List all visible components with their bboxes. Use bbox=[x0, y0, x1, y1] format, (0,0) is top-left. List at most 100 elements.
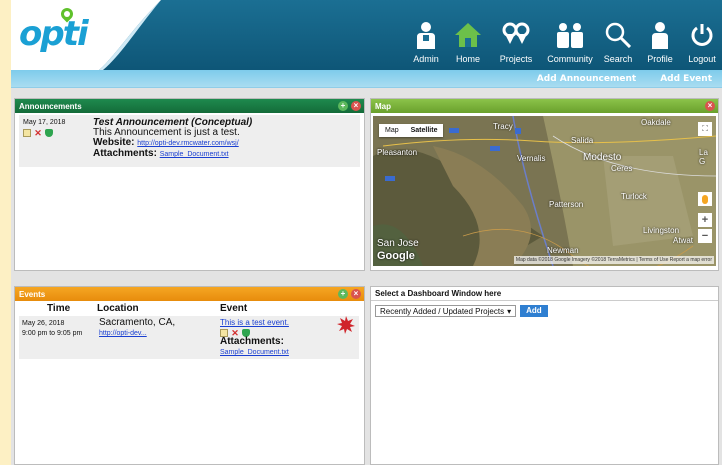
search-icon bbox=[603, 20, 633, 50]
nav-profile[interactable]: Profile bbox=[640, 0, 680, 70]
home-icon bbox=[453, 20, 483, 50]
chevron-down-icon: ▾ bbox=[507, 306, 512, 316]
map-place-patterson: Patterson bbox=[549, 200, 584, 209]
dashboard-selector-panel: Select a Dashboard Window here Recently … bbox=[370, 286, 719, 465]
announcements-panel: Announcements + × May 17, 2018 ✕ Test An… bbox=[14, 98, 365, 271]
announcement-content: Test Announcement (Conceptual) This Anno… bbox=[93, 118, 252, 160]
map-type-map[interactable]: Map bbox=[379, 124, 405, 137]
community-icon bbox=[555, 20, 585, 50]
map-place-modesto: Modesto bbox=[583, 152, 622, 163]
map-place-atwater: Atwat bbox=[673, 236, 694, 245]
events-panel: Events + × Time Location Event May 26, 2… bbox=[14, 286, 365, 465]
event-time: 9:00 pm to 9:05 pm bbox=[22, 330, 83, 337]
zoom-out-icon[interactable]: − bbox=[698, 229, 712, 243]
action-bar: Add Announcement Add Event bbox=[11, 70, 722, 88]
profile-icon bbox=[645, 20, 675, 50]
attachments-label: Attachments: bbox=[93, 148, 157, 159]
nav-logout[interactable]: Logout bbox=[682, 0, 722, 70]
announcement-date: May 17, 2018 bbox=[23, 119, 66, 126]
map-place-san-jose: San Jose bbox=[377, 238, 419, 249]
close-icon[interactable]: × bbox=[351, 289, 361, 299]
website-label: Website: bbox=[93, 137, 135, 148]
satellite-terrain bbox=[373, 116, 716, 266]
dashboard-content: Announcements + × May 17, 2018 ✕ Test An… bbox=[11, 88, 722, 465]
event-location-text: Sacramento, CA, bbox=[99, 317, 176, 328]
announcement-actions: ✕ bbox=[23, 129, 53, 138]
event-location: Sacramento, CA, http://opti-dev... bbox=[99, 318, 209, 339]
nav-admin[interactable]: Admin bbox=[406, 0, 446, 70]
nav-community-label: Community bbox=[547, 54, 593, 64]
event-attachment-link[interactable]: Sample_Document.txt bbox=[220, 349, 289, 356]
dashboard-selected-value: Recently Added / Updated Projects bbox=[380, 306, 505, 316]
new-badge-icon bbox=[337, 316, 355, 334]
attachment-link[interactable]: Sample_Document.txt bbox=[160, 151, 229, 158]
edit-icon[interactable] bbox=[23, 129, 31, 137]
map-panel: Map × Map Satellite Tracy Oakdale Pleasa… bbox=[370, 98, 719, 271]
map-title: Map bbox=[375, 101, 391, 111]
event-link[interactable]: This is a test event. bbox=[220, 318, 289, 327]
add-event-link[interactable]: Add Event bbox=[660, 74, 712, 84]
map-view[interactable]: Map Satellite Tracy Oakdale Pleasanton S… bbox=[373, 116, 716, 266]
map-place-salida: Salida bbox=[571, 136, 594, 145]
add-icon[interactable]: + bbox=[338, 289, 348, 299]
close-icon[interactable]: × bbox=[705, 101, 715, 111]
nav-community[interactable]: Community bbox=[544, 0, 596, 70]
nav-admin-label: Admin bbox=[413, 54, 439, 64]
admin-icon bbox=[411, 20, 441, 50]
map-type-satellite[interactable]: Satellite bbox=[405, 124, 444, 137]
opti-logo[interactable]: opti bbox=[19, 14, 89, 54]
close-icon[interactable]: × bbox=[351, 101, 361, 111]
nav-profile-label: Profile bbox=[647, 54, 673, 64]
fullscreen-icon[interactable]: ⛶ bbox=[698, 122, 712, 136]
col-time: Time bbox=[47, 303, 71, 314]
add-dashboard-button[interactable]: Add bbox=[520, 305, 548, 317]
event-datetime: May 26, 2018 9:00 pm to 9:05 pm bbox=[22, 319, 82, 339]
dashboard-selector-title: Select a Dashboard Window here bbox=[375, 289, 502, 298]
event-attachments-label: Attachments: bbox=[220, 336, 284, 347]
event-date: May 26, 2018 bbox=[22, 320, 65, 327]
events-header: Events + × bbox=[15, 287, 364, 301]
map-place-ceres: Ceres bbox=[611, 164, 633, 173]
nav-home-label: Home bbox=[455, 54, 480, 64]
announcements-title: Announcements bbox=[19, 101, 82, 111]
dashboard-window-select[interactable]: Recently Added / Updated Projects ▾ bbox=[375, 305, 517, 317]
website-link[interactable]: http://opti-dev.rmcwater.com/wsj/ bbox=[137, 140, 238, 147]
nav-home[interactable]: Home bbox=[448, 0, 488, 70]
announcements-header: Announcements + × bbox=[15, 99, 364, 113]
main-nav: Admin Home Projects Community Search Pro… bbox=[404, 0, 722, 70]
delete-icon[interactable]: ✕ bbox=[34, 129, 42, 138]
dashboard-selector-header: Select a Dashboard Window here bbox=[371, 287, 718, 301]
map-attribution[interactable]: Map data ©2018 Google Imagery ©2018 Terr… bbox=[513, 256, 714, 264]
nav-logout-label: Logout bbox=[688, 54, 716, 64]
event-row: May 26, 2018 9:00 pm to 9:05 pm Sacramen… bbox=[19, 316, 359, 359]
event-location-link[interactable]: http://opti-dev... bbox=[99, 330, 147, 337]
power-icon bbox=[687, 20, 717, 50]
nav-projects[interactable]: Projects bbox=[490, 0, 542, 70]
announcement-attachments: Attachments: Sample_Document.txt bbox=[93, 149, 252, 160]
zoom-in-icon[interactable]: + bbox=[698, 213, 712, 227]
map-place-pleasanton: Pleasanton bbox=[377, 148, 418, 157]
app-header: opti Admin Home Projects Community Searc… bbox=[11, 0, 722, 70]
events-title: Events bbox=[19, 289, 46, 299]
col-location: Location bbox=[97, 303, 139, 314]
announcement-item: May 17, 2018 ✕ Test Announcement (Concep… bbox=[19, 115, 360, 167]
map-place-newman: Newman bbox=[547, 246, 579, 255]
shield-icon[interactable] bbox=[45, 129, 53, 137]
col-event: Event bbox=[220, 303, 248, 314]
nav-search[interactable]: Search bbox=[598, 0, 638, 70]
map-place-oakdale: Oakdale bbox=[641, 118, 671, 127]
dashboard-select-row: Recently Added / Updated Projects ▾ Add bbox=[375, 305, 548, 317]
google-logo: Google bbox=[377, 250, 415, 262]
event-details: This is a test event. ✕ Attachments: Sam… bbox=[220, 318, 330, 358]
map-place-vernalis: Vernalis bbox=[517, 154, 546, 163]
pegman-icon[interactable] bbox=[698, 192, 712, 206]
projects-icon bbox=[501, 20, 531, 50]
map-place-tracy: Tracy bbox=[493, 122, 513, 131]
nav-projects-label: Projects bbox=[499, 54, 533, 64]
add-announcement-link[interactable]: Add Announcement bbox=[537, 74, 636, 84]
events-column-headers: Time Location Event bbox=[15, 303, 364, 315]
map-place-lag: La G bbox=[699, 148, 708, 166]
add-icon[interactable]: + bbox=[338, 101, 348, 111]
map-place-livingston: Livingston bbox=[643, 226, 680, 235]
map-place-turlock: Turlock bbox=[621, 192, 647, 201]
